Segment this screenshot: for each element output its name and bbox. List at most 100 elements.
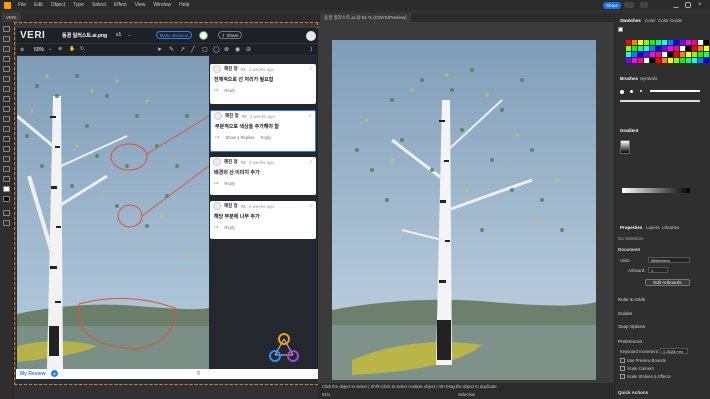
- my-review-link[interactable]: My Review: [20, 371, 46, 377]
- comment-card[interactable]: 해진 정 #3 2 weeks ago ✓ 배경의 산 이미지 추가 👍︎ Reply: [210, 157, 316, 195]
- edit-artboards-button[interactable]: Edit Artboards: [645, 279, 690, 286]
- comment-card[interactable]: 해진 정 #4 2 weeks ago ✓ 해당 부분에 나무 추가 👍︎ Reply: [210, 201, 316, 239]
- tab-brushes[interactable]: Brushes: [620, 76, 638, 81]
- swatch[interactable]: [644, 52, 649, 57]
- tab-layers[interactable]: Layers: [646, 225, 660, 230]
- rectangle-tool-icon[interactable]: [3, 86, 10, 92]
- gradient-tool-icon[interactable]: [3, 166, 10, 172]
- swatch[interactable]: [662, 40, 667, 45]
- selection-tool-icon[interactable]: [3, 26, 10, 32]
- units-select[interactable]: Millimeters: [648, 257, 690, 263]
- swatch[interactable]: [632, 52, 637, 57]
- workspace-icon[interactable]: [624, 2, 634, 8]
- swatch[interactable]: [644, 58, 649, 63]
- swatch[interactable]: [674, 40, 679, 45]
- swatch[interactable]: [626, 46, 631, 51]
- swatch[interactable]: [662, 58, 667, 63]
- rectangle-icon[interactable]: ▢: [202, 46, 208, 53]
- tab-libraries[interactable]: Libraries: [662, 225, 679, 230]
- swatch[interactable]: [698, 46, 703, 51]
- swatch[interactable]: [692, 46, 697, 51]
- swatch[interactable]: [626, 52, 631, 57]
- swatch[interactable]: [674, 52, 679, 57]
- menu-file[interactable]: File: [14, 2, 30, 8]
- check-icon[interactable]: ✓: [309, 159, 313, 165]
- swatch[interactable]: [704, 40, 709, 45]
- check-icon[interactable]: ✓: [308, 113, 312, 119]
- swatch[interactable]: [632, 40, 637, 45]
- tab-gradient[interactable]: Gradient: [620, 128, 639, 133]
- swatch[interactable]: [668, 52, 673, 57]
- plugin-share-button[interactable]: ⇪ Share: [218, 31, 242, 39]
- tab-symbols[interactable]: Symbols: [640, 76, 657, 81]
- menu-type[interactable]: Type: [69, 2, 88, 8]
- reply-button[interactable]: Reply: [261, 135, 272, 140]
- line-icon[interactable]: ╱: [191, 46, 195, 53]
- brush-presets[interactable]: [620, 86, 706, 106]
- swatch[interactable]: [680, 46, 685, 51]
- artboard-select[interactable]: 1: [648, 267, 668, 273]
- use-preview-bounds-checkbox[interactable]: [620, 358, 625, 363]
- line-tool-icon[interactable]: [3, 76, 10, 82]
- comment-card[interactable]: 해진 정 #1 2 weeks ago ✓ 전체적으로 선 처리가 필요함 👍︎ Rep…: [210, 64, 316, 104]
- swatch[interactable]: [650, 40, 655, 45]
- like-icon[interactable]: 👍︎: [215, 134, 219, 140]
- swatch[interactable]: [668, 40, 673, 45]
- refresh-icon[interactable]: ↻: [80, 46, 84, 52]
- swatch[interactable]: [650, 58, 655, 63]
- swatch[interactable]: [680, 52, 685, 57]
- eyedropper-tool-icon[interactable]: [3, 176, 10, 182]
- swatch[interactable]: [644, 40, 649, 45]
- curvature-tool-icon[interactable]: [3, 56, 10, 62]
- swatch[interactable]: [638, 46, 643, 51]
- menu-help[interactable]: Help: [175, 2, 193, 8]
- zoom-tool-icon[interactable]: [3, 220, 10, 226]
- swatch[interactable]: [638, 52, 643, 57]
- swatch[interactable]: [698, 52, 703, 57]
- reply-button[interactable]: Reply: [224, 88, 235, 93]
- pen-tool-icon[interactable]: [3, 46, 10, 52]
- type-tool-icon[interactable]: [3, 66, 10, 72]
- tab-swatches[interactable]: Swatches: [620, 18, 641, 23]
- pencil-tool-icon[interactable]: [3, 106, 10, 112]
- swatch[interactable]: [698, 58, 703, 63]
- scale-corners-checkbox[interactable]: [620, 366, 625, 371]
- pointer-icon[interactable]: ➤: [157, 46, 162, 53]
- swatch[interactable]: [686, 40, 691, 45]
- swatch[interactable]: [692, 40, 697, 45]
- direct-selection-tool-icon[interactable]: [3, 36, 10, 42]
- comment-card[interactable]: 해진 정 #2 2 weeks ago ✓ 부분적으로 색상을 추가해야 함 👍︎ Sh…: [210, 110, 316, 152]
- swatch[interactable]: [650, 52, 655, 57]
- swatch[interactable]: [704, 52, 709, 57]
- close-icon[interactable]: ×: [698, 2, 705, 8]
- swatch[interactable]: [686, 46, 691, 51]
- rotate-tool-icon[interactable]: [3, 126, 10, 132]
- swatch[interactable]: [662, 46, 667, 51]
- ellipse-icon[interactable]: ◯: [213, 46, 220, 53]
- swatch[interactable]: [650, 46, 655, 51]
- swatch[interactable]: [656, 40, 661, 45]
- like-icon[interactable]: 👍︎: [214, 180, 218, 186]
- menu-edit[interactable]: Edit: [30, 2, 47, 8]
- resize-handle-icon[interactable]: ⇳: [196, 370, 201, 377]
- eraser-tool-icon[interactable]: [3, 116, 10, 122]
- stroke-color-icon[interactable]: [3, 196, 10, 202]
- menu-window[interactable]: Window: [149, 2, 175, 8]
- swatch[interactable]: [674, 58, 679, 63]
- swatch[interactable]: [704, 58, 709, 63]
- pin-icon[interactable]: ⊗: [224, 46, 229, 53]
- chevron-down-icon[interactable]: ⌄: [127, 32, 131, 38]
- menu-view[interactable]: View: [131, 2, 150, 8]
- swatch[interactable]: [656, 46, 661, 51]
- tab-color[interactable]: Color: [645, 18, 656, 23]
- hand-tool-icon[interactable]: [3, 210, 10, 216]
- swatch[interactable]: [644, 46, 649, 51]
- fit-icon[interactable]: ⊕: [20, 47, 24, 53]
- swatch[interactable]: [626, 40, 631, 45]
- scale-tool-icon[interactable]: [3, 136, 10, 142]
- artboard[interactable]: [332, 40, 596, 380]
- swatch[interactable]: [656, 58, 661, 63]
- swatch[interactable]: [692, 58, 697, 63]
- paintbrush-tool-icon[interactable]: [3, 96, 10, 102]
- like-icon[interactable]: 👍︎: [214, 224, 218, 230]
